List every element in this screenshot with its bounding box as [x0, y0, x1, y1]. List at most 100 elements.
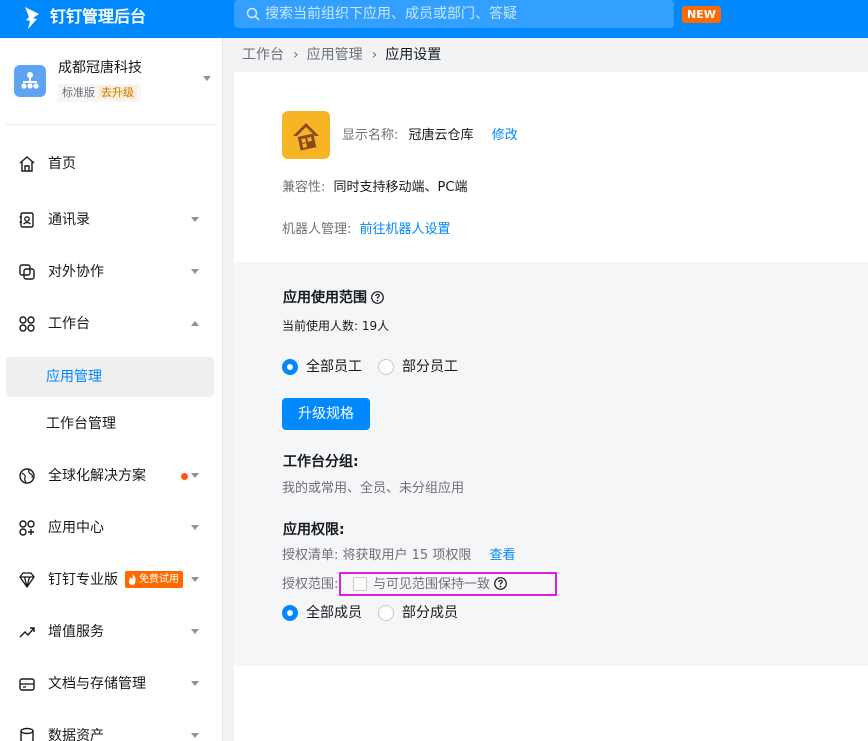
new-badge: NEW: [682, 6, 721, 23]
data-icon: [20, 727, 34, 741]
sidebar-item-label: 首页: [48, 156, 76, 172]
permissions-range-label: 授权范围:: [282, 577, 339, 592]
sidebar-item-contacts[interactable]: 通讯录: [6, 200, 214, 240]
radio-all-employees-label[interactable]: 全部员工: [306, 358, 362, 376]
breadcrumb-separator: ›: [371, 47, 378, 63]
radio-all-members[interactable]: [282, 605, 298, 621]
chevron-up-icon: [191, 321, 199, 326]
breadcrumb-current: 应用设置: [385, 47, 442, 63]
radio-some-employees-label[interactable]: 部分员工: [402, 358, 458, 376]
sidebar-item-label: 应用中心: [48, 520, 104, 536]
compat-label: 兼容性:: [282, 180, 326, 195]
sidebar-item-label: 通讯录: [48, 212, 90, 228]
workbench-group-title: 工作台分组:: [283, 454, 359, 470]
sidebar-item-value-added[interactable]: 增值服务: [6, 612, 214, 652]
upgrade-spec-button[interactable]: 升级规格: [282, 398, 370, 430]
radio-all-employees[interactable]: [282, 359, 298, 375]
display-name-value: 冠唐云仓库: [408, 128, 474, 143]
globe-icon: [19, 468, 35, 484]
permissions-list-label: 授权清单: 将获取用户 15 项权限: [282, 548, 472, 563]
sidebar-item-app-center[interactable]: 应用中心: [6, 508, 214, 548]
sidebar-item-data-assets[interactable]: 数据资产: [6, 716, 214, 741]
scope-section-title: 应用使用范围: [283, 288, 384, 308]
sidebar-item-label: 应用管理: [46, 369, 102, 385]
sidebar-item-external-collaboration[interactable]: 对外协作: [6, 252, 214, 292]
scope-title: 应用使用范围: [283, 290, 367, 306]
org-name: 成都冠唐科技: [58, 60, 142, 76]
storage-icon: [19, 678, 35, 691]
display-name-label: 显示名称:: [342, 128, 399, 143]
breadcrumb-workbench[interactable]: 工作台: [242, 45, 284, 65]
panel-footer: [234, 666, 868, 741]
sidebar-item-workbench-management[interactable]: 工作台管理: [6, 404, 214, 444]
breadcrumb: 工作台 › 应用管理 › 应用设置: [242, 45, 441, 65]
upgrade-link[interactable]: 去升级: [98, 86, 137, 99]
chevron-down-icon: [191, 733, 199, 738]
collaboration-icon: [19, 264, 35, 280]
notification-dot: [181, 473, 188, 480]
chevron-down-icon: [203, 76, 211, 81]
radio-some-members-label[interactable]: 部分成员: [402, 604, 458, 622]
trend-icon: [19, 627, 35, 638]
flame-icon: [129, 574, 136, 585]
chevron-down-icon: [191, 681, 199, 686]
robot-settings-link[interactable]: 前往机器人设置: [360, 222, 451, 237]
sidebar-item-workbench[interactable]: 工作台: [6, 304, 214, 344]
sidebar-item-globalization[interactable]: 全球化解决方案: [6, 456, 214, 496]
top-bar: 钉钉管理后台 搜索当前组织下应用、成员或部门、答疑 NEW: [0, 0, 868, 38]
dingtalk-logo-icon: [25, 7, 39, 29]
keep-consistent-checkbox[interactable]: [353, 577, 367, 591]
radio-some-members[interactable]: [378, 605, 394, 621]
chevron-down-icon: [191, 217, 199, 222]
sidebar-item-label: 全球化解决方案: [48, 468, 146, 484]
diamond-icon: [19, 572, 35, 589]
help-icon[interactable]: [494, 577, 507, 590]
global-search[interactable]: 搜索当前组织下应用、成员或部门、答疑: [234, 0, 674, 28]
chevron-down-icon: [191, 269, 199, 274]
workbench-icon: [19, 316, 35, 332]
sidebar-item-label: 增值服务: [48, 624, 104, 640]
app-icon: [282, 111, 330, 159]
keep-consistent-label[interactable]: 与可见范围保持一致: [373, 577, 490, 592]
breadcrumb-app-management[interactable]: 应用管理: [307, 45, 363, 65]
sidebar-item-label: 文档与存储管理: [48, 676, 146, 692]
sidebar-item-dingtalk-pro[interactable]: 钉钉专业版 免费试用: [6, 560, 214, 600]
compat-value: 同时支持移动端、PC端: [333, 180, 468, 195]
edition-label: 标准版: [62, 86, 95, 99]
org-avatar: [14, 65, 46, 97]
radio-all-members-label[interactable]: 全部成员: [306, 604, 362, 622]
sidebar-item-label: 钉钉专业版: [48, 572, 118, 588]
current-users: 当前使用人数: 19人: [282, 319, 390, 333]
sidebar-item-app-management[interactable]: 应用管理: [6, 357, 214, 397]
edit-name-link[interactable]: 修改: [492, 128, 518, 143]
chevron-down-icon: [191, 629, 199, 634]
sidebar-item-label: 对外协作: [48, 264, 104, 280]
free-trial-badge: 免费试用: [125, 571, 183, 588]
workbench-group-value: 我的或常用、全员、未分组应用: [282, 481, 465, 496]
sidebar-item-storage[interactable]: 文档与存储管理: [6, 664, 214, 704]
display-name-row: 显示名称: 冠唐云仓库 修改: [342, 127, 518, 145]
permissions-list-row: 授权清单: 将获取用户 15 项权限 查看: [282, 547, 515, 565]
org-edition-badge: 标准版 去升级: [58, 84, 141, 102]
divider: [6, 124, 215, 125]
robot-row: 机器人管理: 前往机器人设置: [282, 221, 451, 239]
home-icon: [19, 156, 35, 172]
brand-title: 钉钉管理后台: [50, 7, 147, 26]
keep-consistent-row: 与可见范围保持一致: [373, 576, 507, 594]
sidebar-item-home[interactable]: 首页: [6, 144, 214, 184]
view-permissions-link[interactable]: 查看: [489, 548, 515, 563]
help-icon[interactable]: [371, 291, 384, 304]
chevron-down-icon: [191, 577, 199, 582]
sidebar-item-label: 数据资产: [48, 728, 104, 741]
radio-some-employees[interactable]: [378, 359, 394, 375]
warehouse-logo-icon: [293, 123, 319, 151]
chevron-down-icon: [191, 473, 199, 478]
robot-label: 机器人管理:: [282, 222, 352, 237]
search-placeholder: 搜索当前组织下应用、成员或部门、答疑: [265, 6, 517, 22]
search-icon: [246, 7, 260, 21]
free-trial-label: 免费试用: [139, 574, 179, 585]
chevron-down-icon: [191, 525, 199, 530]
breadcrumb-separator: ›: [293, 47, 299, 63]
contacts-icon: [19, 212, 34, 228]
compatibility-row: 兼容性: 同时支持移动端、PC端: [282, 179, 467, 197]
